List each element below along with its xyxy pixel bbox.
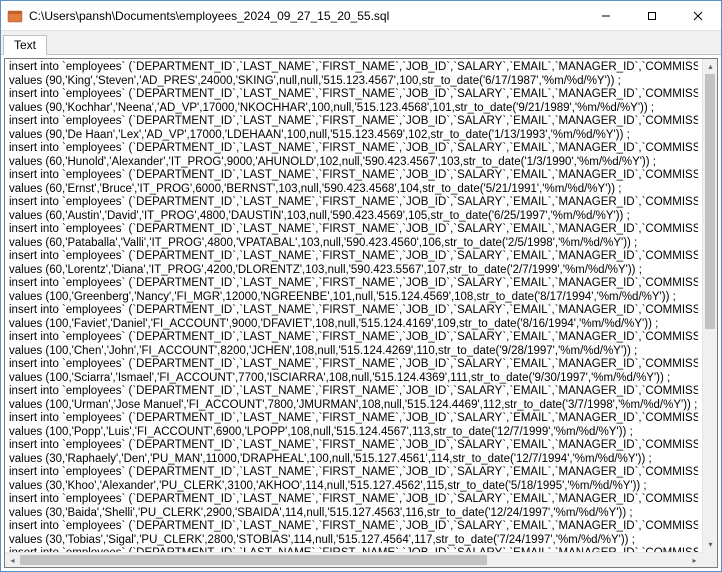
vscroll-track[interactable] [703,74,717,537]
close-button[interactable] [675,1,721,30]
minimize-button[interactable] [583,1,629,30]
text-line: insert into `employees` (`DEPARTMENT_ID`… [9,358,698,372]
text-line: values (30,'Khoo','Alexander','PU_CLERK'… [9,480,698,494]
hscroll-thumb[interactable] [20,555,487,565]
text-line: values (60,'Hunold','Alexander','IT_PROG… [9,156,698,170]
text-line: insert into `employees` (`DEPARTMENT_ID`… [9,304,698,318]
text-line: insert into `employees` (`DEPARTMENT_ID`… [9,466,698,480]
titlebar: C:\Users\pansh\Documents\employees_2024_… [1,1,721,31]
text-line: insert into `employees` (`DEPARTMENT_ID`… [9,439,698,453]
app-window: C:\Users\pansh\Documents\employees_2024_… [0,0,722,572]
text-line: insert into `employees` (`DEPARTMENT_ID`… [9,169,698,183]
maximize-button[interactable] [629,1,675,30]
text-line: values (60,'Ernst','Bruce','IT_PROG',600… [9,183,698,197]
scroll-right-arrow-icon[interactable]: ▸ [687,553,702,567]
text-editor[interactable]: insert into `employees` (`DEPARTMENT_ID`… [4,58,718,568]
scroll-up-arrow-icon[interactable]: ▴ [703,59,717,74]
text-line: values (100,'Chen','John','FI_ACCOUNT',8… [9,345,698,359]
scroll-left-arrow-icon[interactable]: ◂ [5,553,20,567]
horizontal-scrollbar[interactable]: ◂ ▸ [5,552,702,567]
text-content[interactable]: insert into `employees` (`DEPARTMENT_ID`… [5,59,702,567]
text-line: values (60,'Austin','David','IT_PROG',48… [9,210,698,224]
vscroll-thumb[interactable] [705,74,715,329]
text-line: insert into `employees` (`DEPARTMENT_ID`… [9,196,698,210]
text-line: insert into `employees` (`DEPARTMENT_ID`… [9,115,698,129]
text-line: values (100,'Sciarra','Ismael','FI_ACCOU… [9,372,698,386]
scroll-corner [702,552,717,567]
tabbar: Text [1,31,721,55]
text-line: insert into `employees` (`DEPARTMENT_ID`… [9,61,698,75]
text-line: insert into `employees` (`DEPARTMENT_ID`… [9,493,698,507]
text-line: insert into `employees` (`DEPARTMENT_ID`… [9,412,698,426]
hscroll-track[interactable] [20,553,687,567]
vertical-scrollbar[interactable]: ▴ ▾ [702,59,717,552]
text-line: insert into `employees` (`DEPARTMENT_ID`… [9,223,698,237]
text-line: values (30,'Tobias','Sigal','PU_CLERK',2… [9,534,698,548]
text-line: values (100,'Urman','Jose Manuel','FI_AC… [9,399,698,413]
text-line: values (100,'Popp','Luis','FI_ACCOUNT',6… [9,426,698,440]
text-line: insert into `employees` (`DEPARTMENT_ID`… [9,277,698,291]
text-line: insert into `employees` (`DEPARTMENT_ID`… [9,520,698,534]
text-line: values (90,'De Haan','Lex','AD_VP',17000… [9,129,698,143]
window-controls [583,1,721,30]
text-line: values (100,'Greenberg','Nancy','FI_MGR'… [9,291,698,305]
text-line: values (60,'Lorentz','Diana','IT_PROG',4… [9,264,698,278]
text-line: values (60,'Pataballa','Valli','IT_PROG'… [9,237,698,251]
text-line: values (90,'King','Steven','AD_PRES',240… [9,75,698,89]
text-line: insert into `employees` (`DEPARTMENT_ID`… [9,385,698,399]
text-line: insert into `employees` (`DEPARTMENT_ID`… [9,88,698,102]
text-line: values (100,'Faviet','Daniel','FI_ACCOUN… [9,318,698,332]
content-area: insert into `employees` (`DEPARTMENT_ID`… [1,55,721,571]
text-line: insert into `employees` (`DEPARTMENT_ID`… [9,142,698,156]
text-line: insert into `employees` (`DEPARTMENT_ID`… [9,331,698,345]
text-line: values (30,'Raphaely','Den','PU_MAN',110… [9,453,698,467]
text-line: values (90,'Kochhar','Neena','AD_VP',170… [9,102,698,116]
scroll-down-arrow-icon[interactable]: ▾ [703,537,717,552]
window-title: C:\Users\pansh\Documents\employees_2024_… [29,9,583,23]
app-icon [7,8,23,24]
tab-text[interactable]: Text [3,35,47,55]
text-line: values (30,'Baida','Shelli','PU_CLERK',2… [9,507,698,521]
text-line: insert into `employees` (`DEPARTMENT_ID`… [9,250,698,264]
